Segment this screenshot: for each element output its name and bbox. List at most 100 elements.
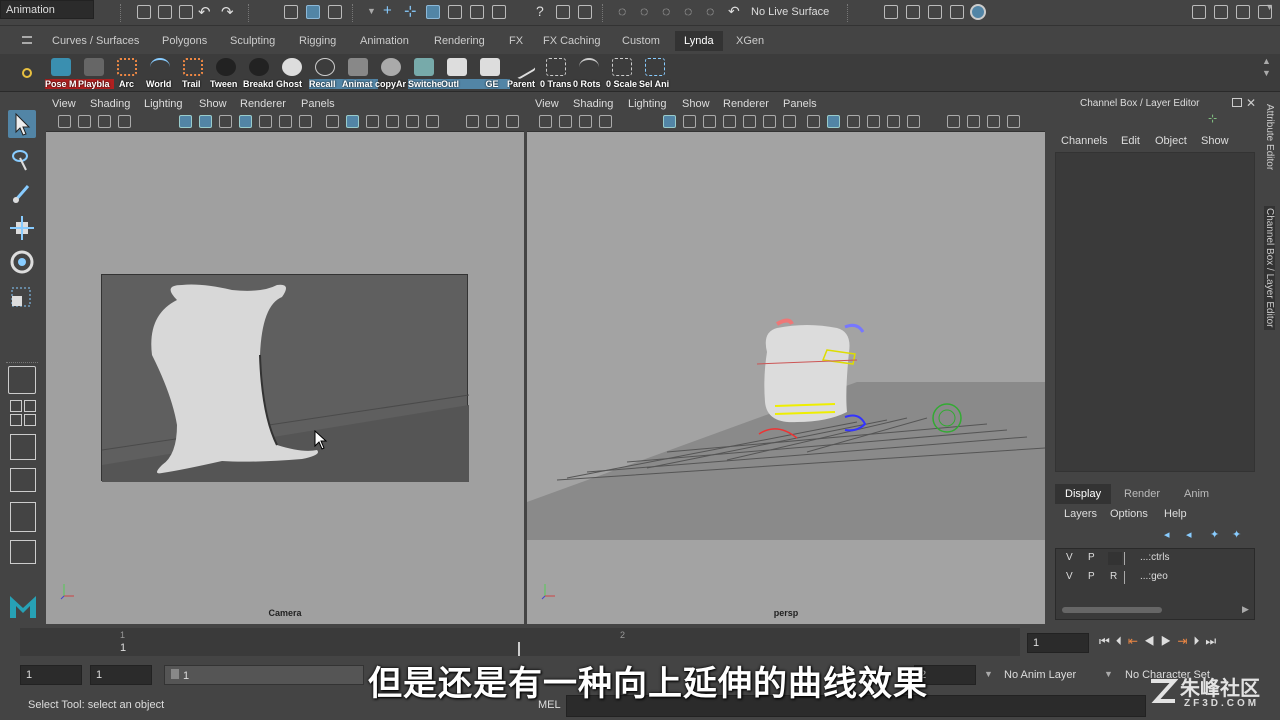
- shaded-wireframe-icon[interactable]: [847, 115, 860, 128]
- shelf-button-switch[interactable]: Switche: [408, 57, 444, 89]
- layer-name[interactable]: ...:ctrls: [1140, 552, 1169, 563]
- save-scene-icon[interactable]: [179, 5, 193, 19]
- close-icon[interactable]: ✕: [1246, 96, 1256, 110]
- tab-sculpting[interactable]: Sculpting: [230, 35, 275, 47]
- new-layer-icon[interactable]: ✦: [1210, 528, 1219, 541]
- undo-icon[interactable]: ↶: [198, 3, 211, 21]
- paint-select-tool-button[interactable]: [8, 180, 36, 208]
- smooth-shade-icon[interactable]: [346, 115, 359, 128]
- tab-curves-surfaces[interactable]: Curves / Surfaces: [52, 35, 139, 47]
- shelf-button-world[interactable]: World: [144, 57, 176, 89]
- shelf-button-zero-trans[interactable]: 0 Trans: [540, 57, 572, 89]
- render-icon[interactable]: [906, 5, 920, 19]
- redo-icon[interactable]: ↷: [221, 3, 234, 21]
- snap-view-icon[interactable]: [448, 5, 462, 19]
- shelf-button-recall[interactable]: Recall: [309, 57, 345, 89]
- menu-layers[interactable]: Layers: [1064, 508, 1097, 520]
- lock-icon[interactable]: [556, 5, 570, 19]
- motion-blur-icon[interactable]: [967, 115, 980, 128]
- new-layer-selected-icon[interactable]: ✦: [1232, 528, 1241, 541]
- layer-reference-toggle[interactable]: R: [1110, 571, 1117, 582]
- layer-playback-toggle[interactable]: P: [1088, 571, 1095, 582]
- camera-icon[interactable]: [539, 115, 552, 128]
- gate-mask-icon[interactable]: [239, 115, 252, 128]
- open-scene-icon[interactable]: [158, 5, 172, 19]
- lasso-icon[interactable]: ◌: [618, 3, 626, 19]
- menu-options[interactable]: Options: [1110, 508, 1148, 520]
- shelf-button-pose[interactable]: Pose M: [45, 57, 81, 89]
- tab-display[interactable]: Display: [1055, 484, 1112, 504]
- scale-tool-button[interactable]: [8, 284, 36, 312]
- shelf-button-zero-rots[interactable]: 0 Rots: [573, 57, 605, 89]
- shelf-button-tween[interactable]: Tween: [210, 57, 242, 89]
- lasso-icon[interactable]: ◌: [684, 3, 692, 19]
- layer-playback-toggle[interactable]: P: [1088, 552, 1095, 563]
- layout-icon[interactable]: [24, 400, 36, 412]
- hypershade-layout-icon[interactable]: [10, 540, 36, 564]
- current-frame-field[interactable]: 1: [1027, 633, 1089, 653]
- menu-set-dropdown[interactable]: Animation ▼: [0, 0, 1274, 19]
- tab-fx-caching[interactable]: FX Caching: [543, 35, 600, 47]
- image-plane-icon[interactable]: [98, 115, 111, 128]
- menu-lighting[interactable]: Lighting: [144, 98, 183, 110]
- render-view-icon[interactable]: [884, 5, 898, 19]
- resolution-gate-icon[interactable]: [703, 115, 716, 128]
- film-gate-icon[interactable]: [683, 115, 696, 128]
- anim-layer-dropdown[interactable]: No Anim Layer: [1004, 669, 1076, 681]
- play-back-icon[interactable]: ◀: [1144, 634, 1161, 648]
- live-surface-icon[interactable]: ↶: [728, 3, 740, 20]
- camera-icon[interactable]: [58, 115, 71, 128]
- resolution-gate-icon[interactable]: [219, 115, 232, 128]
- magnet-icon[interactable]: ◌: [706, 3, 714, 19]
- timeline-track[interactable]: 1 2 1: [20, 628, 1020, 656]
- snap-tool-icon[interactable]: [492, 5, 506, 19]
- shelf-button-trail[interactable]: Trail: [177, 57, 209, 89]
- grid-icon[interactable]: [118, 115, 131, 128]
- menu-show[interactable]: Show: [1201, 135, 1229, 147]
- select-object-icon[interactable]: [306, 5, 320, 19]
- layer-visibility-toggle[interactable]: V: [1066, 552, 1073, 563]
- snap-surface-icon[interactable]: [470, 5, 484, 19]
- rotate-tool-button[interactable]: [8, 248, 36, 276]
- tab-render[interactable]: Render: [1124, 488, 1160, 500]
- bookmark-icon[interactable]: [78, 115, 91, 128]
- textured-icon[interactable]: [386, 115, 399, 128]
- select-hierarchy-icon[interactable]: [284, 5, 298, 19]
- lights-icon[interactable]: [887, 115, 900, 128]
- help-icon[interactable]: ?: [536, 3, 544, 19]
- step-forward-key-icon[interactable]: ⏵: [1193, 634, 1205, 648]
- tab-animation[interactable]: Animation: [360, 35, 409, 47]
- shelf-button-parent[interactable]: Parent: [507, 54, 539, 89]
- magnet-icon[interactable]: [578, 5, 592, 19]
- shelf-button-arc[interactable]: Arc: [111, 57, 143, 89]
- play-forward-icon[interactable]: ▶: [1161, 634, 1178, 648]
- current-time-marker[interactable]: 1: [120, 642, 126, 654]
- grid-icon[interactable]: [599, 115, 612, 128]
- menu-panels[interactable]: Panels: [783, 98, 817, 110]
- chevron-right-icon[interactable]: ▶: [1242, 604, 1249, 615]
- shelf-button-ghost[interactable]: Ghost: [276, 57, 308, 89]
- single-perspective-layout-button[interactable]: [8, 366, 36, 394]
- move-layer-up-icon[interactable]: ◂: [1164, 528, 1170, 541]
- smooth-shade-icon[interactable]: [827, 115, 840, 128]
- shelf-button-zero-scale[interactable]: 0 Scale: [606, 57, 638, 89]
- chevron-down-icon[interactable]: ▼: [1104, 669, 1113, 679]
- gear-icon[interactable]: [22, 68, 32, 78]
- menu-show[interactable]: Show: [682, 98, 710, 110]
- lasso-tool-button[interactable]: [8, 146, 36, 174]
- tab-lynda[interactable]: Lynda: [675, 31, 723, 51]
- tab-channel-box[interactable]: Channel Box / Layer Editor: [1264, 206, 1275, 330]
- layer-name[interactable]: ...:geo: [1140, 571, 1168, 582]
- playback-start-field[interactable]: 1: [90, 665, 152, 685]
- film-gate-icon[interactable]: [199, 115, 212, 128]
- menu-channels[interactable]: Channels: [1061, 135, 1107, 147]
- shelf-button-copy-anim[interactable]: copyAr: [375, 57, 407, 89]
- menu-edit[interactable]: Edit: [1121, 135, 1140, 147]
- hypershade-icon[interactable]: [970, 4, 986, 20]
- range-handle[interactable]: [171, 669, 179, 679]
- menu-renderer[interactable]: Renderer: [240, 98, 286, 110]
- tab-xgen[interactable]: XGen: [736, 35, 764, 47]
- shadows-icon[interactable]: [426, 115, 439, 128]
- snap-curve-icon[interactable]: ⊹: [404, 2, 417, 20]
- tab-custom[interactable]: Custom: [622, 35, 660, 47]
